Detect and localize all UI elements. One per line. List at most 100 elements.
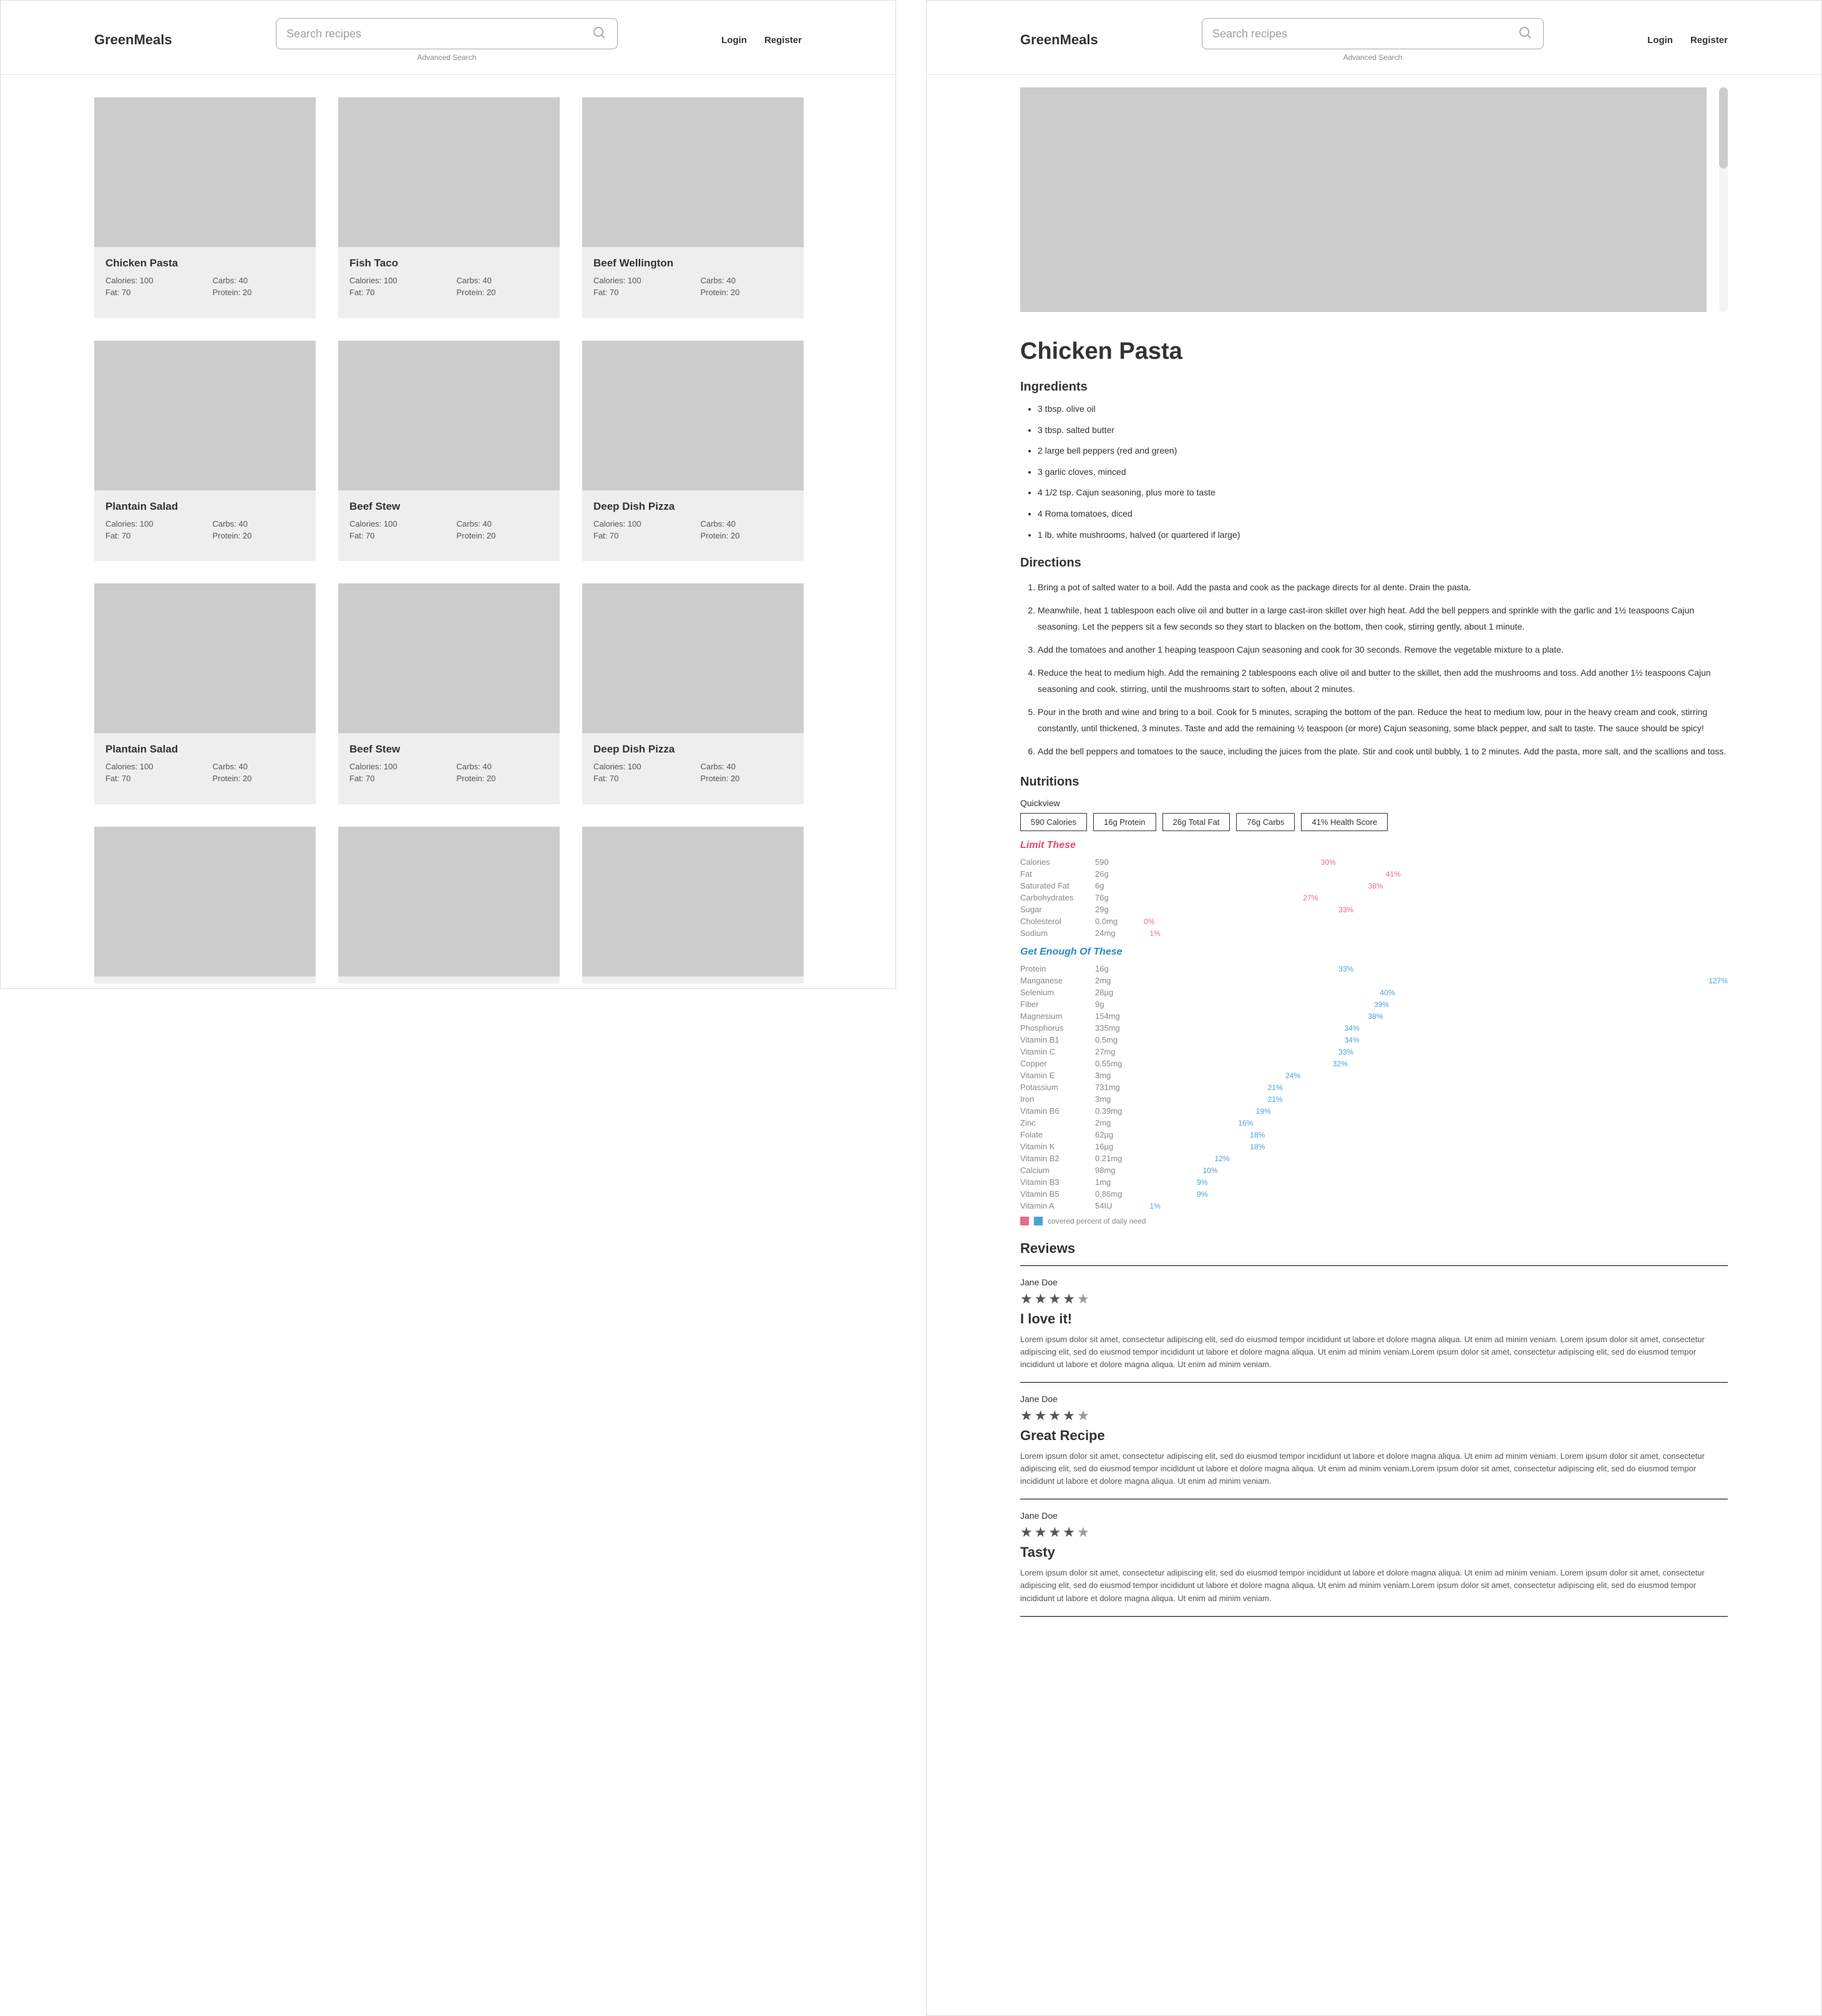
- fat-label: Fat: 70: [593, 774, 686, 783]
- nutri-amount: 16g: [1095, 964, 1138, 973]
- nutri-pct: 27%: [1303, 894, 1318, 902]
- nutri-name: Sodium: [1020, 928, 1095, 938]
- reviews-section: Reviews Jane Doe ★★★★★ I love it! Lorem …: [1020, 1240, 1728, 1617]
- nutri-pct: 1%: [1149, 1202, 1160, 1210]
- ingredient-item: 3 tbsp. salted butter: [1038, 424, 1728, 437]
- nutri-amount: 98mg: [1095, 1166, 1138, 1175]
- quickview-label: Quickview: [1020, 798, 1728, 808]
- fat-label: Fat: 70: [105, 774, 198, 783]
- recipe-card[interactable]: Plantain Salad Calories: 100 Carbs: 40 F…: [94, 583, 316, 804]
- nutri-row: Calories 590 30%: [1020, 857, 1728, 867]
- nutri-bar-track: 33%: [1138, 905, 1728, 913]
- nutri-bar-track: 9%: [1138, 1190, 1728, 1198]
- search-icon[interactable]: [592, 26, 607, 42]
- register-link[interactable]: Register: [1690, 35, 1728, 46]
- nutri-pct: 21%: [1268, 1095, 1283, 1104]
- recipe-card[interactable]: [338, 827, 560, 984]
- recipe-card-image: [338, 97, 560, 247]
- recipe-card-title: Plantain Salad: [105, 743, 304, 756]
- review-item: Jane Doe ★★★★★ Great Recipe Lorem ipsum …: [1020, 1383, 1728, 1499]
- star-icon: ★: [1063, 1408, 1077, 1423]
- nutri-bar-track: 33%: [1138, 1048, 1728, 1056]
- carbs-label: Carbs: 40: [457, 519, 549, 528]
- brand-logo[interactable]: GreenMeals: [94, 32, 172, 48]
- protein-label: Protein: 20: [457, 531, 549, 540]
- recipe-card-image: [338, 583, 560, 733]
- nutri-amount: 0.39mg: [1095, 1106, 1138, 1116]
- direction-step: Add the bell peppers and tomatoes to the…: [1038, 743, 1728, 760]
- nutri-row: Magnesium 154mg 38%: [1020, 1011, 1728, 1021]
- nutri-name: Potassium: [1020, 1083, 1095, 1092]
- hero-scrollbar[interactable]: [1719, 87, 1728, 312]
- search-results-screen: GreenMeals Advanced Search Login Registe…: [0, 0, 896, 989]
- calories-label: Calories: 100: [349, 762, 442, 771]
- search-input[interactable]: [286, 27, 592, 41]
- recipe-card[interactable]: Deep Dish Pizza Calories: 100 Carbs: 40 …: [582, 341, 804, 562]
- recipe-card[interactable]: Beef Stew Calories: 100 Carbs: 40 Fat: 7…: [338, 583, 560, 804]
- star-icon: ★: [1048, 1291, 1063, 1307]
- nutri-amount: 6g: [1095, 881, 1138, 890]
- nutri-pct: 18%: [1250, 1131, 1265, 1139]
- nutri-pct: 12%: [1215, 1154, 1230, 1163]
- nutri-name: Saturated Fat: [1020, 881, 1095, 890]
- hero-wrap: [1020, 87, 1728, 327]
- nutri-name: Vitamin E: [1020, 1071, 1095, 1080]
- recipe-card[interactable]: Beef Wellington Calories: 100 Carbs: 40 …: [582, 97, 804, 318]
- recipe-card-nutri: Calories: 100 Carbs: 40 Fat: 70 Protein:…: [593, 762, 792, 783]
- reviews-list: Jane Doe ★★★★★ I love it! Lorem ipsum do…: [1020, 1266, 1728, 1617]
- search-input[interactable]: [1212, 27, 1518, 41]
- nutri-bar-track: 21%: [1138, 1095, 1728, 1103]
- nutri-row: Sodium 24mg 1%: [1020, 928, 1728, 938]
- nutri-amount: 0.5mg: [1095, 1035, 1138, 1045]
- recipe-card[interactable]: Beef Stew Calories: 100 Carbs: 40 Fat: 7…: [338, 341, 560, 562]
- recipe-card-image: [582, 827, 804, 976]
- nutri-bar-track: 18%: [1138, 1142, 1728, 1151]
- nutri-row: Vitamin E 3mg 24%: [1020, 1071, 1728, 1080]
- nutri-bar-track: 32%: [1138, 1059, 1728, 1068]
- nutri-bar-track: 39%: [1138, 1000, 1728, 1008]
- nutri-bar-track: 40%: [1138, 988, 1728, 996]
- nutri-pct: 0%: [1144, 917, 1154, 926]
- recipe-card-image: [582, 583, 804, 733]
- recipe-card[interactable]: Chicken Pasta Calories: 100 Carbs: 40 Fa…: [94, 97, 316, 318]
- search-box[interactable]: [1202, 18, 1544, 49]
- nutri-bar-track: 127%: [1138, 976, 1728, 985]
- review-title: Great Recipe: [1020, 1428, 1728, 1444]
- star-icon: ★: [1048, 1524, 1063, 1540]
- register-link[interactable]: Register: [764, 35, 802, 46]
- login-link[interactable]: Login: [1647, 35, 1673, 46]
- star-icon: ★: [1077, 1291, 1091, 1307]
- auth-links: Login Register: [1647, 35, 1728, 46]
- nutri-bar-track: 24%: [1138, 1071, 1728, 1079]
- nutri-pct: 9%: [1197, 1190, 1207, 1199]
- recipe-card-title: Beef Stew: [349, 500, 548, 513]
- recipe-card[interactable]: Plantain Salad Calories: 100 Carbs: 40 F…: [94, 341, 316, 562]
- recipe-card[interactable]: Deep Dish Pizza Calories: 100 Carbs: 40 …: [582, 583, 804, 804]
- search-box[interactable]: [276, 18, 618, 49]
- quickview-pill: 590 Calories: [1020, 813, 1087, 831]
- nutri-bar-track: 0%: [1138, 917, 1728, 925]
- fat-label: Fat: 70: [105, 531, 198, 540]
- nutri-amount: 0.0mg: [1095, 917, 1138, 926]
- nutri-amount: 154mg: [1095, 1011, 1138, 1021]
- quickview-pill: 26g Total Fat: [1162, 813, 1230, 831]
- recipe-card[interactable]: [582, 827, 804, 984]
- brand-logo[interactable]: GreenMeals: [1020, 32, 1098, 48]
- advanced-search-link[interactable]: Advanced Search: [276, 53, 618, 62]
- search-icon[interactable]: [1518, 26, 1533, 42]
- nutri-amount: 27mg: [1095, 1047, 1138, 1056]
- protein-label: Protein: 20: [701, 531, 793, 540]
- nutri-row: Vitamin B5 0.86mg 9%: [1020, 1189, 1728, 1199]
- nutri-legend: covered percent of daily need: [1020, 1217, 1728, 1225]
- login-link[interactable]: Login: [721, 35, 747, 46]
- protein-label: Protein: 20: [213, 531, 305, 540]
- scrollbar-thumb[interactable]: [1719, 87, 1728, 168]
- nutri-name: Vitamin K: [1020, 1142, 1095, 1151]
- nutri-row: Fat 26g 41%: [1020, 869, 1728, 879]
- advanced-search-link[interactable]: Advanced Search: [1202, 53, 1544, 62]
- nutri-pct: 10%: [1203, 1166, 1218, 1175]
- nutri-amount: 26g: [1095, 869, 1138, 879]
- recipe-card[interactable]: Fish Taco Calories: 100 Carbs: 40 Fat: 7…: [338, 97, 560, 318]
- recipe-card-nutri: Calories: 100 Carbs: 40 Fat: 70 Protein:…: [105, 276, 304, 297]
- recipe-card[interactable]: [94, 827, 316, 984]
